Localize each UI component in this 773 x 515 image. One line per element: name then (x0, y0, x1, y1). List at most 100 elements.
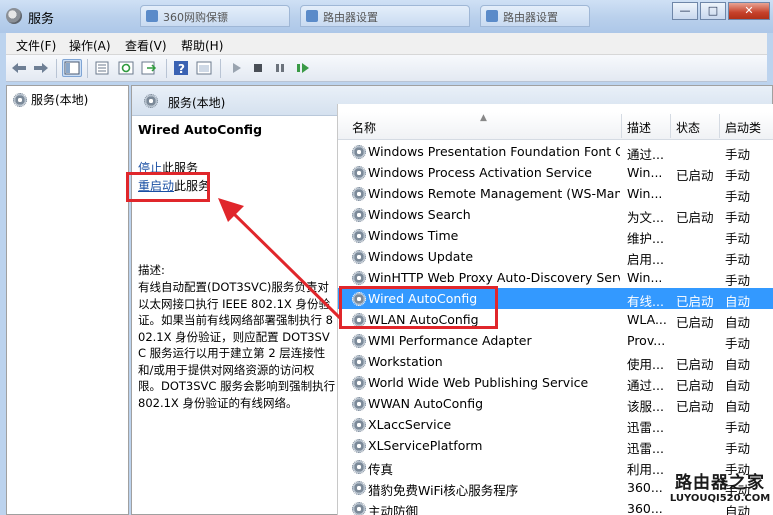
service-status-cell: 已启动 (676, 399, 714, 414)
service-row[interactable]: Windows Presentation Foundation Font C..… (338, 141, 773, 162)
export-icon[interactable] (139, 59, 159, 77)
gear-icon (352, 397, 366, 411)
menu-view[interactable]: 查看(V) (125, 37, 167, 54)
service-startup-cell: 手动 (725, 147, 751, 162)
service-startup-cell: 自动 (725, 399, 751, 414)
service-startup-cell: 手动 (725, 168, 751, 183)
gear-icon (352, 376, 366, 390)
service-status-cell: 已启动 (676, 210, 714, 225)
tree-item-services-local[interactable]: 服务(本地) (10, 90, 91, 109)
column-header-description[interactable]: 描述 (627, 119, 651, 136)
gear-icon (352, 208, 366, 222)
service-description-cell: Win... (627, 165, 663, 180)
gear-icon (352, 355, 366, 369)
background-window-tab[interactable]: 360网购保镖 (140, 5, 290, 27)
start-icon[interactable] (226, 59, 246, 77)
gear-icon (352, 439, 366, 453)
gear-icon (352, 502, 366, 515)
back-icon[interactable] (9, 59, 29, 77)
gear-icon (352, 271, 366, 285)
service-icon (352, 481, 366, 498)
menu-help[interactable]: 帮助(H) (181, 37, 223, 54)
console-tree-icon[interactable] (62, 59, 82, 77)
service-row[interactable]: Windows Process Activation Service Win...… (338, 162, 773, 183)
service-startup-cell: 自动 (725, 378, 751, 393)
service-description-cell: 通过... (627, 147, 664, 162)
service-startup-cell: 手动 (725, 231, 751, 246)
maximize-button[interactable]: □ (700, 2, 726, 20)
service-icon (352, 460, 366, 477)
service-description-cell: 维护... (627, 231, 664, 246)
service-startup-cell: 自动 (725, 357, 751, 372)
service-row[interactable]: WMI Performance Adapter Prov... 手动 (338, 330, 773, 351)
service-row[interactable]: Workstation 使用... 已启动 自动 (338, 351, 773, 372)
service-startup-cell: 自动 (725, 294, 751, 309)
title-bar: 服务 360网购保镖 路由器设置 路由器设置 — □ ✕ (0, 0, 773, 33)
services-gear-icon (6, 8, 22, 24)
service-row[interactable]: XLaccService 迅雷... 手动 (338, 414, 773, 435)
service-row[interactable]: Windows Search 为文... 已启动 手动 (338, 204, 773, 225)
pause-icon[interactable] (270, 59, 290, 77)
service-row[interactable]: Windows Remote Management (WS-Man... Win.… (338, 183, 773, 204)
service-startup-cell: 手动 (725, 273, 751, 288)
svg-text:?: ? (178, 62, 185, 76)
stop-icon[interactable] (248, 59, 268, 77)
service-row[interactable]: Windows Time 维护... 手动 (338, 225, 773, 246)
service-name-cell: Windows Update (368, 249, 474, 264)
close-button[interactable]: ✕ (728, 2, 770, 20)
service-status-cell: 已启动 (676, 378, 714, 393)
service-name-cell: Workstation (368, 354, 443, 369)
service-icon (352, 250, 366, 267)
service-row[interactable]: World Wide Web Publishing Service 通过... 已启… (338, 372, 773, 393)
column-header-name[interactable]: 名称 (352, 119, 376, 136)
gear-icon (352, 187, 366, 201)
service-startup-cell: 手动 (725, 210, 751, 225)
service-description-cell: Prov... (627, 333, 666, 348)
service-status-cell: 已启动 (676, 357, 714, 372)
minimize-button[interactable]: — (672, 2, 698, 20)
service-name-cell: Windows Remote Management (WS-Man... (368, 186, 620, 201)
selected-service-name: Wired AutoConfig (138, 122, 263, 137)
service-name-cell: WMI Performance Adapter (368, 333, 532, 348)
service-description-cell: 360... (627, 501, 663, 515)
service-description-cell: 迅雷... (627, 420, 664, 435)
list-header: ▲ 名称 描述 状态 启动类 (338, 112, 773, 140)
service-icon (352, 187, 366, 204)
service-row[interactable]: XLServicePlatform 迅雷... 手动 (338, 435, 773, 456)
properties-icon[interactable] (194, 59, 214, 77)
gear-icon (352, 250, 366, 264)
help-icon[interactable]: ? (171, 59, 191, 77)
menu-file[interactable]: 文件(F) (16, 37, 56, 54)
service-description-cell: 使用... (627, 357, 664, 372)
service-description-cell: 360... (627, 480, 663, 495)
gear-icon (13, 92, 27, 107)
menu-bar: 文件(F) 操作(A) 查看(V) 帮助(H) (6, 33, 767, 55)
column-header-status[interactable]: 状态 (676, 119, 700, 136)
service-status-cell: 已启动 (676, 168, 714, 183)
service-row[interactable]: WWAN AutoConfig 该服... 已启动 自动 (338, 393, 773, 414)
service-description-cell: 迅雷... (627, 441, 664, 456)
service-icon (352, 439, 366, 456)
forward-icon[interactable] (31, 59, 51, 77)
service-name-cell: 传真 (368, 462, 394, 477)
site-watermark-logo: 路由器之家 LUYOUQI520.COM (668, 468, 772, 514)
list-icon[interactable] (92, 59, 112, 77)
column-header-startup-type[interactable]: 启动类 (725, 119, 761, 136)
service-description-cell: Win... (627, 186, 663, 201)
service-row[interactable]: WinHTTP Web Proxy Auto-Discovery Serv...… (338, 267, 773, 288)
restart-icon[interactable] (293, 59, 313, 77)
refresh-icon[interactable] (116, 59, 136, 77)
service-icon (352, 145, 366, 162)
menu-action[interactable]: 操作(A) (69, 37, 111, 54)
service-name-cell: Windows Time (368, 228, 459, 243)
service-icon (352, 418, 366, 435)
service-description-cell: 通过... (627, 378, 664, 393)
service-name-cell: XLaccService (368, 417, 452, 432)
gear-icon (352, 334, 366, 348)
service-row[interactable]: Windows Update 启用... 手动 (338, 246, 773, 267)
service-name-cell: WinHTTP Web Proxy Auto-Discovery Serv... (368, 270, 620, 285)
background-window-tab[interactable]: 路由器设置 (480, 5, 590, 27)
background-window-tab[interactable]: 路由器设置 (300, 5, 470, 27)
window-title: 服务 (28, 12, 55, 27)
sort-ascending-icon: ▲ (480, 113, 487, 123)
